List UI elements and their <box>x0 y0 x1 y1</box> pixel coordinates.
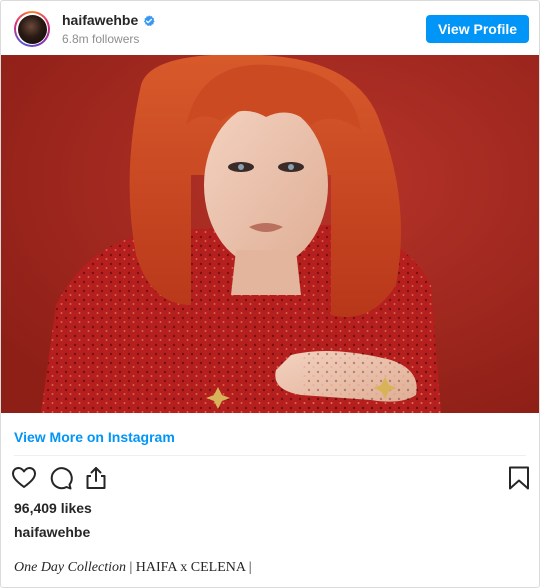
action-bar <box>11 465 531 491</box>
divider <box>14 455 526 456</box>
view-more-link[interactable]: View More on Instagram <box>14 429 175 445</box>
instagram-embed-card: haifawehbe 6.8m followers View Profile V… <box>0 0 540 588</box>
share-icon[interactable] <box>83 465 109 491</box>
avatar[interactable] <box>14 11 50 47</box>
post-photo-illustration <box>1 55 539 413</box>
post-caption: One Day Collection | HAIFA x CELENA | <box>14 560 252 576</box>
caption-italic: One Day Collection <box>14 560 126 575</box>
view-profile-button[interactable]: View Profile <box>426 15 529 43</box>
username[interactable]: haifawehbe <box>62 12 138 28</box>
user-block: haifawehbe 6.8m followers <box>62 12 155 46</box>
post-header: haifawehbe 6.8m followers View Profile <box>1 1 539 55</box>
post-photo[interactable] <box>1 55 539 413</box>
followers-count: 6.8m followers <box>62 32 140 46</box>
avatar-image <box>17 14 47 44</box>
likes-count[interactable]: 96,409 likes <box>14 500 92 516</box>
caption-rest: | HAIFA x CELENA | <box>125 560 252 575</box>
caption-username[interactable]: haifawehbe <box>14 524 90 540</box>
verified-badge-icon <box>143 14 155 27</box>
heart-icon[interactable] <box>11 465 37 491</box>
comment-icon[interactable] <box>47 465 73 491</box>
bookmark-icon[interactable] <box>506 465 532 491</box>
